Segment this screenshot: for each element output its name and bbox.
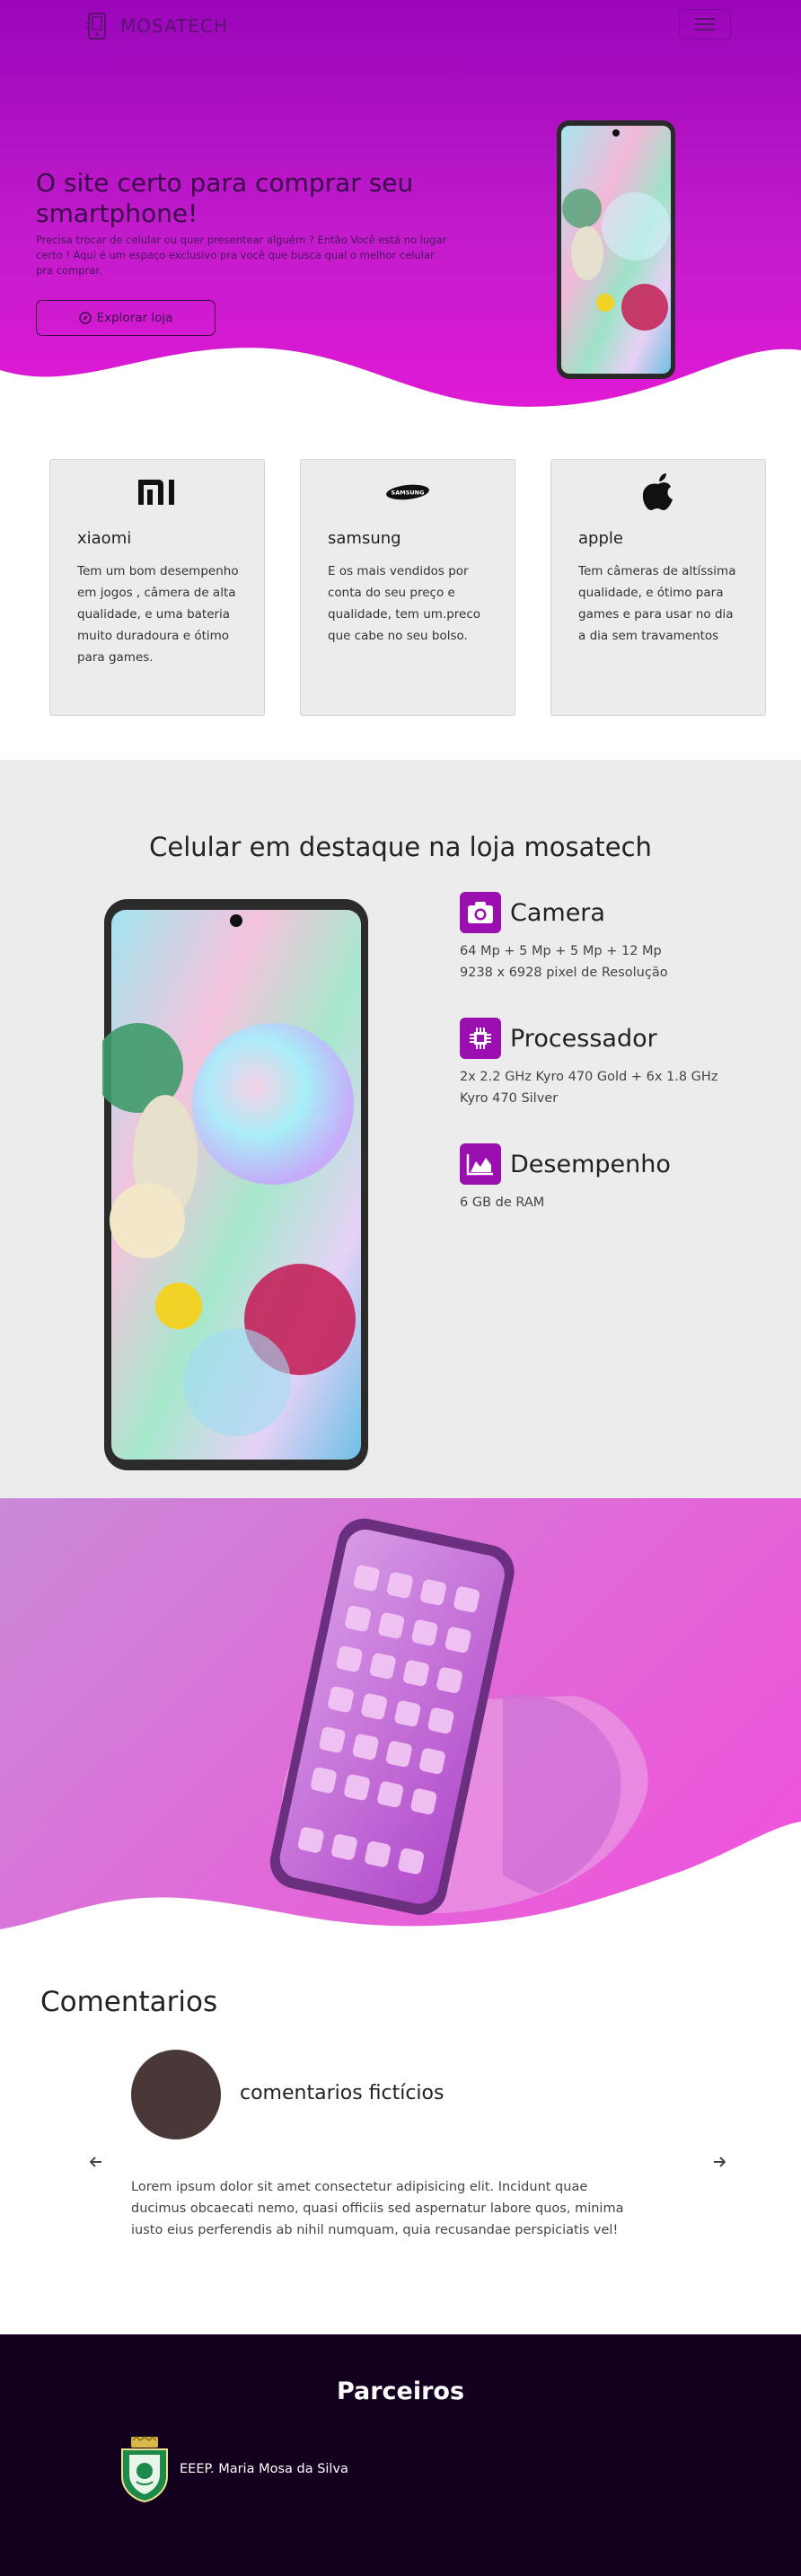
brand-name: apple — [578, 529, 623, 548]
partners-footer: Parceiros EEEP. Maria Mosa da Silva — [0, 2334, 801, 2576]
spec-line: 2x 2.2 GHz Kyro 470 Gold + 6x 1.8 GHz — [460, 1070, 718, 1084]
avatar — [131, 2050, 221, 2139]
featured-title: Celular em destaque na loja mosatech — [149, 832, 652, 862]
svg-text:SAMSUNG: SAMSUNG — [392, 490, 425, 497]
menu-toggle-button[interactable] — [679, 9, 731, 40]
spec-line: 6 GB de RAM — [460, 1195, 545, 1210]
comments-title: Comentarios — [40, 1986, 218, 2018]
spec-title: Desempenho — [510, 1150, 671, 1178]
partner-name: EEEP. Maria Mosa da Silva — [180, 2462, 348, 2476]
brand-name: xiaomi — [77, 529, 132, 548]
spec-title: Camera — [510, 898, 605, 927]
apple-logo-icon — [551, 471, 765, 514]
mobile-logo-icon — [86, 13, 106, 40]
partner-item[interactable]: EEEP. Maria Mosa da Silva — [119, 2435, 348, 2503]
cpu-icon — [460, 1018, 501, 1059]
comment-text: Lorem ipsum dolor sit amet consectetur a… — [131, 2180, 624, 2237]
navbar: MOSATECH — [0, 0, 801, 52]
brand-card-samsung: SAMSUNG samsung E os mais vendidos por c… — [300, 459, 515, 716]
spec-line: Kyro 470 Silver — [460, 1091, 559, 1106]
camera-icon — [460, 892, 501, 933]
brands-section: xiaomi Tem um bom desempenho em jogos , … — [0, 422, 801, 760]
comment-author: comentarios fictícios — [240, 2082, 445, 2104]
arrow-left-icon — [90, 2157, 101, 2167]
spec-line: 64 Mp + 5 Mp + 5 Mp + 12 Mp — [460, 944, 662, 958]
brand-name: MOSATECH — [120, 15, 229, 37]
hero-description: Precisa trocar de celular ou quer presen… — [36, 234, 447, 277]
comments-section: Comentarios comentarios fictícios Lorem … — [0, 1947, 801, 2334]
hero-wave-shape — [0, 348, 801, 422]
spec-title: Processador — [510, 1024, 657, 1053]
featured-phone-section: Celular em destaque na loja mosatech Cam… — [0, 760, 801, 1498]
featured-phone-image — [102, 899, 368, 1470]
chart-area-icon — [460, 1143, 501, 1185]
hero-section: MOSATECH O site certo para comprar seu s… — [0, 0, 801, 422]
school-crest-icon — [121, 2435, 168, 2503]
carousel-next-button[interactable] — [706, 2148, 733, 2175]
partners-title: Parceiros — [336, 2378, 465, 2405]
brand-card-xiaomi: xiaomi Tem um bom desempenho em jogos , … — [49, 459, 265, 716]
brand-card-apple: apple Tem câmeras de altíssima qualidade… — [550, 459, 766, 716]
spec-camera: Camera 64 Mp + 5 Mp + 5 Mp + 12 Mp 9238 … — [460, 892, 668, 984]
xiaomi-logo-icon — [50, 471, 264, 514]
spec-processor: Processador 2x 2.2 GHz Kyro 470 Gold + 6… — [460, 1018, 717, 1109]
compass-icon — [78, 312, 92, 324]
brand-name: samsung — [328, 529, 401, 548]
spec-line: 9238 x 6928 pixel de Resolução — [460, 966, 668, 980]
carousel-prev-button[interactable] — [83, 2148, 110, 2175]
brand-description: E os mais vendidos por conta do seu preç… — [328, 564, 481, 643]
spec-performance: Desempenho 6 GB de RAM — [460, 1143, 671, 1213]
brand-logo[interactable]: MOSATECH — [83, 11, 228, 41]
brand-description: Tem um bom desempenho em jogos , câmera … — [77, 564, 239, 665]
samsung-logo-icon: SAMSUNG — [301, 471, 515, 514]
hamburger-icon — [695, 18, 715, 20]
banner-wave-shape — [0, 1822, 801, 1947]
arrow-right-icon — [714, 2157, 726, 2167]
brand-description: Tem câmeras de altíssima qualidade, e ót… — [578, 564, 736, 643]
hand-phone-banner — [0, 1498, 801, 1947]
hero-title: O site certo para comprar seu smartphone… — [36, 168, 414, 228]
